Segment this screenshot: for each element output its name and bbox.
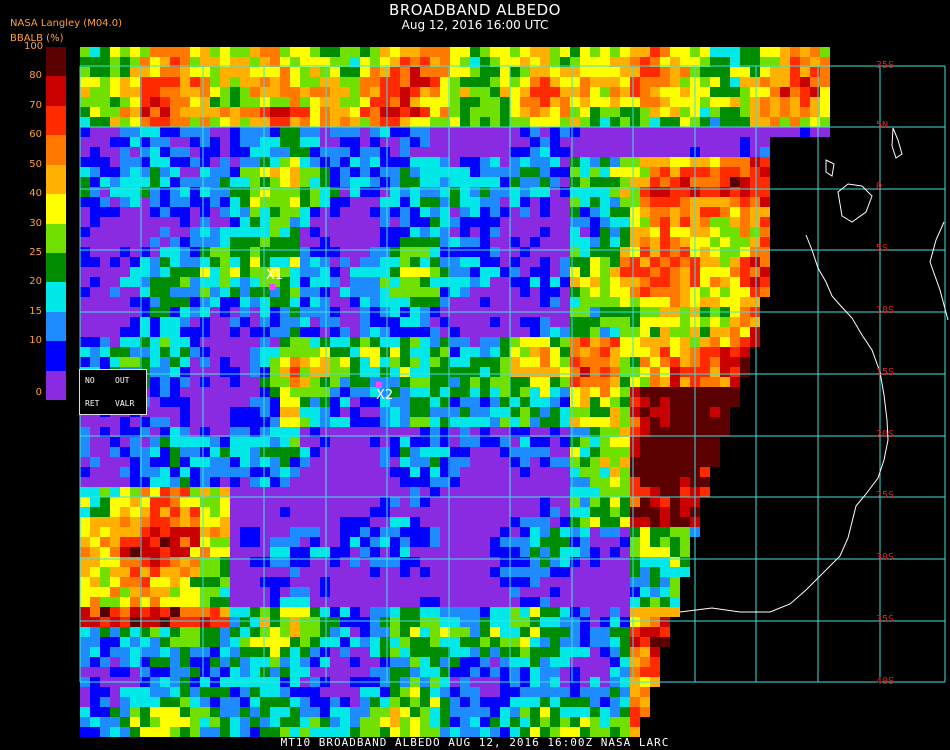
map-subtitle: Aug 12, 2016 16:00 UTC	[401, 18, 549, 32]
colorbar-tick-label: 100	[24, 41, 44, 52]
colorbar-segment	[46, 135, 66, 166]
latitude-label: 35S	[876, 60, 895, 71]
organization-label: NASA Langley (M04.0)	[10, 18, 122, 29]
latitude-label: 5S	[876, 243, 889, 254]
colorbar-tick-label: 15	[29, 305, 42, 317]
albedo-field	[80, 47, 830, 737]
colorbar-segment	[46, 47, 66, 77]
colorbar-tick-label: 10	[29, 335, 42, 347]
footer-caption: MT10 BROADBAND ALBEDO AUG 12, 2016 16:00…	[280, 736, 670, 749]
latitude-label: 10S	[876, 305, 895, 316]
colorbar-segment	[46, 194, 66, 224]
colorbar-segment	[46, 282, 66, 313]
colorbar-tick-label: 80	[29, 70, 42, 82]
colorbar-tick-label: 40	[29, 188, 42, 200]
colorbar-tick-label: 25	[29, 246, 42, 258]
legend-box: NO OUT RET VALR	[79, 369, 147, 415]
latitude-label: 30S	[876, 552, 895, 563]
map-title: BROADBAND ALBEDO	[389, 1, 561, 19]
legend-ret: RET	[85, 399, 100, 408]
marker-x1: X1	[266, 268, 284, 283]
colorbar-segment	[46, 341, 66, 372]
colorbar-tick-label: 60	[29, 129, 42, 141]
latitude-label: 20S	[876, 429, 895, 440]
marker-x2: X2	[376, 388, 394, 403]
marker-point	[269, 284, 275, 290]
colorbar-tick-label: 0	[35, 386, 42, 398]
legend-no: NO	[85, 376, 95, 385]
colorbar-segment	[46, 164, 66, 195]
colorbar	[46, 47, 66, 401]
latitude-label: 15S	[876, 367, 895, 378]
latitude-label: 5N	[876, 120, 889, 131]
colorbar-tick-label: 50	[29, 158, 42, 170]
colorbar-segment	[46, 105, 66, 136]
legend-valr: VALR	[115, 399, 135, 408]
latitude-label: 25S	[876, 490, 895, 501]
colorbar-segment	[46, 252, 66, 283]
latitude-label: 40S	[876, 676, 895, 687]
colorbar-segment	[46, 223, 66, 254]
colorbar-segment	[46, 370, 66, 401]
colorbar-segment	[46, 76, 66, 107]
colorbar-tick-label: 70	[29, 99, 42, 111]
latitude-label: 35S	[876, 614, 895, 625]
colorbar-tick-label: 20	[29, 276, 42, 288]
latitude-label: 0	[876, 181, 883, 192]
colorbar-tick-label: 30	[29, 217, 42, 229]
colorbar-segment	[46, 311, 66, 342]
legend-out: OUT	[115, 376, 130, 385]
